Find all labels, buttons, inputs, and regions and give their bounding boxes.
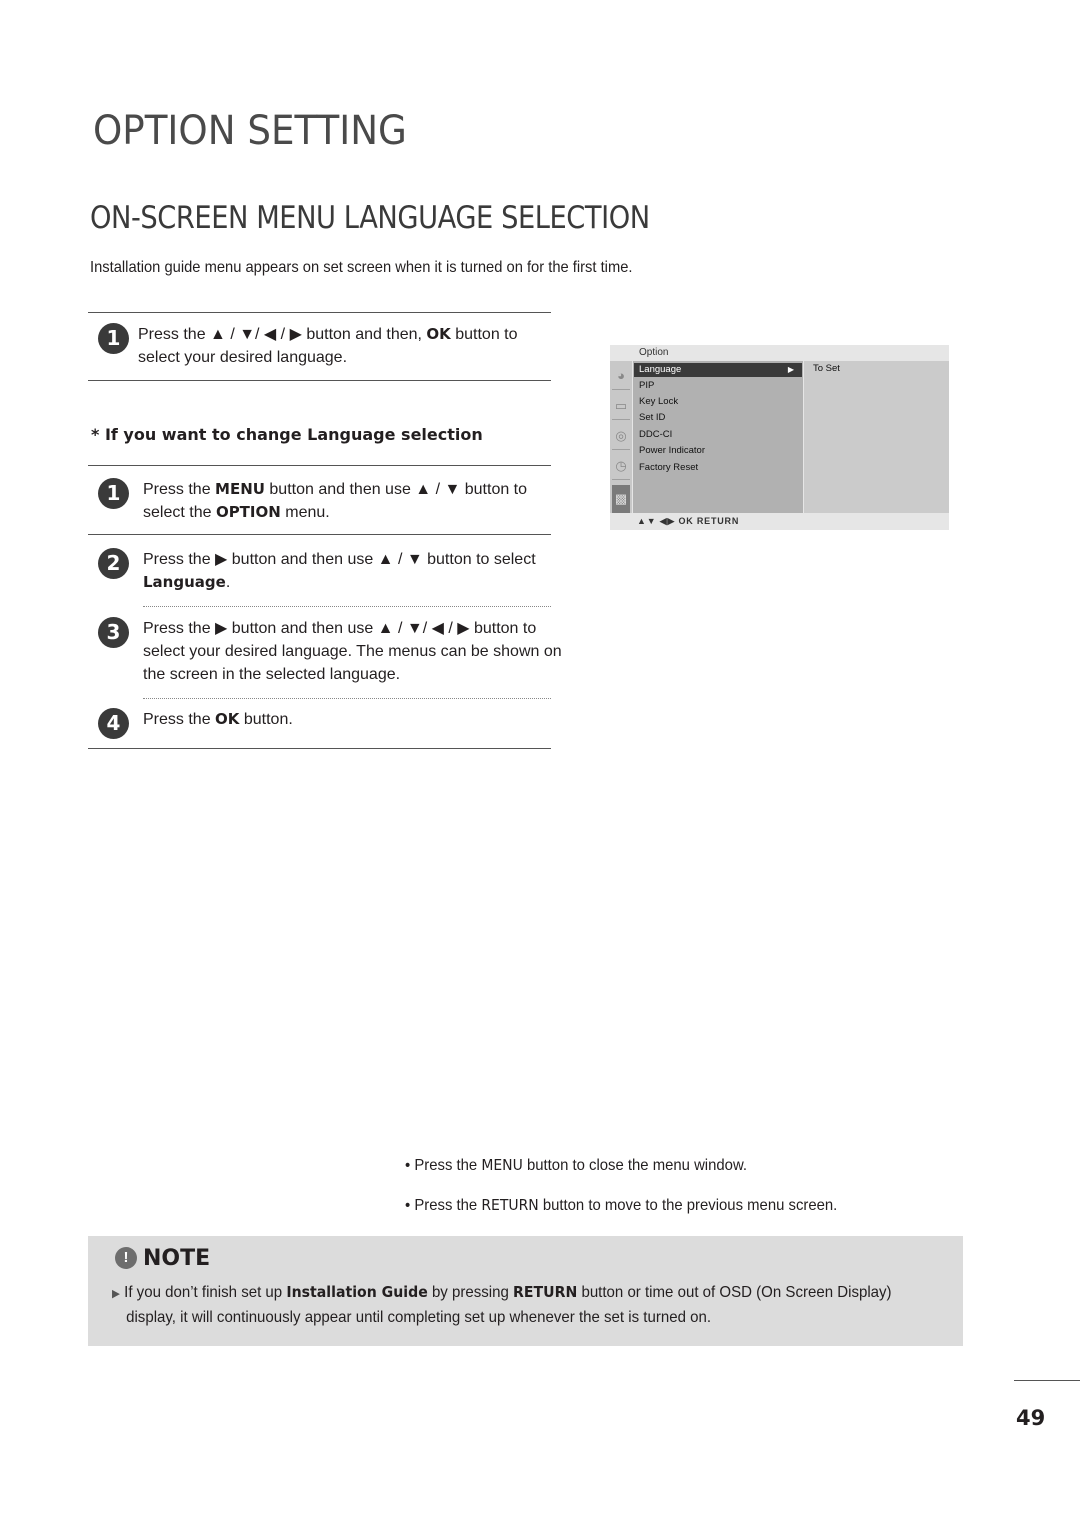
step-text: Press the ▲ / ▼/ ◀ / ▶ button and then, … [138,325,518,366]
note-box: ! NOTE ▶ If you don’t finish set up Inst… [88,1236,963,1346]
note-text: ▶ If you don’t finish set up Installatio… [112,1281,958,1329]
step-number-badge: 1 [98,323,129,354]
dotted-divider [143,698,551,699]
arrow-right-icon: ▶ [787,365,794,374]
option-key-label: OPTION [215,503,281,521]
osd-item-factory-reset[interactable]: Factory Reset [639,461,698,475]
return-key-label: RETURN [481,1196,539,1214]
menu-key-label: MENU [481,1156,523,1174]
osd-item-power-indicator[interactable]: Power Indicator [639,444,705,458]
osd-nav-hint: ▲▼ ◀▶ OK RETURN [637,516,740,526]
picture-icon[interactable]: ◕ [612,362,630,390]
osd-option-list: Language ▶ PIP Key Lock Set ID DDC-CI Pow… [633,361,803,513]
section-title: ON-SCREEN MENU LANGUAGE SELECTION [90,200,650,236]
step-text: Press the OK button. [143,710,293,728]
bullet-return: • Press the RETURN button to move to the… [405,1196,838,1214]
page-number: 49 [1016,1406,1046,1430]
osd-item-set-id[interactable]: Set ID [639,411,665,425]
divider [88,380,551,381]
divider [88,312,551,313]
osd-submenu-panel: To Set [804,361,949,513]
osd-to-set-value[interactable]: To Set [813,363,840,374]
menu-key-label: MENU [215,480,265,498]
osd-item-language[interactable]: Language ▶ [634,363,802,377]
osd-item-key-lock[interactable]: Key Lock [639,395,678,409]
step-number-badge: 1 [98,478,129,509]
ok-key-label: OK [426,325,451,343]
osd-icon-bar: ◕ ▭ ◎ ◷ ▩ [610,361,632,513]
step-text: Press the ▶ button and then use ▲ / ▼/ ◀… [143,620,562,683]
note-title: NOTE [143,1246,211,1271]
note-continuation: display, it will continuously appear unt… [126,1309,712,1326]
triangle-bullet-icon: ▶ [112,1288,120,1300]
dotted-divider [143,606,551,607]
step-text: Press the MENU button and then use ▲ / ▼… [143,480,528,521]
step-number-badge: 4 [98,708,129,739]
language-label: Language [143,573,226,591]
screen-icon[interactable]: ▭ [612,392,630,420]
page-title: OPTION SETTING [93,108,407,154]
ok-key-label: OK [215,710,240,728]
installation-guide-label: Installation Guide [286,1283,428,1301]
step-number-badge: 2 [98,548,129,579]
step-number-badge: 3 [98,617,129,648]
osd-item-pip[interactable]: PIP [639,379,654,393]
osd-menu-title: Option [639,347,669,358]
sound-icon[interactable]: ◎ [612,422,630,450]
option-icon[interactable]: ▩ [612,485,630,513]
divider [88,748,551,749]
step-text: Press the ▶ button and then use ▲ / ▼ bu… [143,551,536,591]
bullet-close-menu: • Press the MENU button to close the men… [405,1156,748,1174]
divider [88,534,551,535]
return-key-label: RETURN [513,1283,578,1301]
osd-item-ddc-ci[interactable]: DDC-CI [639,428,672,442]
page-number-rule [1014,1380,1080,1381]
divider [88,465,551,466]
change-language-heading: * If you want to change Language selecti… [91,425,483,444]
intro-text: Installation guide menu appears on set s… [90,259,633,276]
osd-option-menu: Option ◕ ▭ ◎ ◷ ▩ Language ▶ PIP Key Lock … [610,345,949,530]
time-icon[interactable]: ◷ [612,452,630,480]
exclamation-icon: ! [115,1247,137,1269]
